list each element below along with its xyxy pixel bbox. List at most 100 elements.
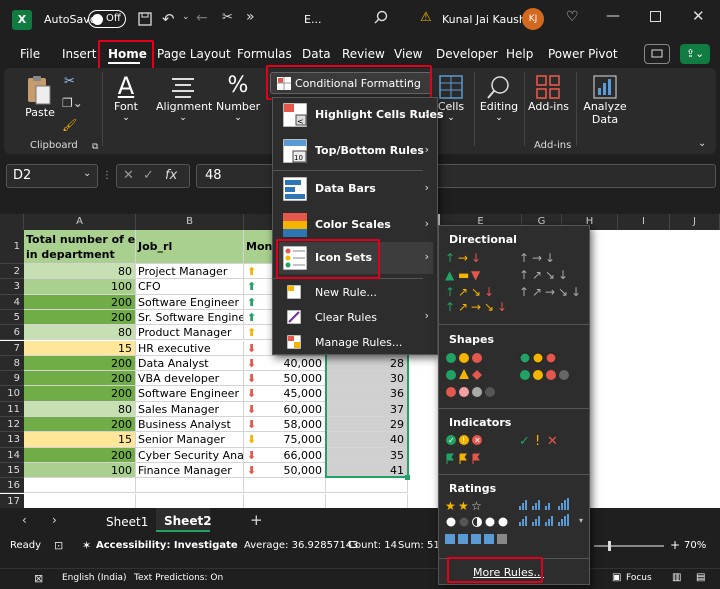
cell-d[interactable]: 30 <box>326 371 408 387</box>
cell-total-employees[interactable]: 100 <box>24 462 136 479</box>
tab-formulas[interactable]: Formulas <box>237 47 292 61</box>
number-button[interactable]: % Number ⌄ <box>216 72 260 123</box>
normal-view-icon[interactable]: ▥ <box>672 572 681 583</box>
sheet-tab-sheet1[interactable]: Sheet1 <box>106 515 148 529</box>
name-box[interactable]: D2 ⌄ <box>6 164 98 188</box>
copy-icon[interactable]: ❐⌄ <box>62 96 83 110</box>
cell-job-role[interactable]: CFO <box>136 279 244 295</box>
minimize-icon[interactable]: — <box>606 8 620 24</box>
cell-monthly-salary[interactable]: ⬇ 60,000 <box>244 401 326 417</box>
menu-item-data-bars[interactable]: Data Bars › <box>279 174 433 204</box>
text-predictions-label[interactable]: Text Predictions: On <box>134 573 223 583</box>
format-painter-icon[interactable]: 🖌 <box>62 118 77 132</box>
cell-d[interactable]: 29 <box>326 417 408 433</box>
cell-total-employees[interactable]: 200 <box>24 386 136 402</box>
row-header[interactable]: 5 <box>0 309 24 326</box>
row-header[interactable]: 2 <box>0 264 24 280</box>
shapes-icon-sets[interactable] <box>443 350 587 402</box>
sheet-tab-sheet2[interactable]: Sheet2 <box>156 508 212 532</box>
cell-d[interactable] <box>326 493 408 508</box>
insert-function-icon[interactable]: fx <box>165 168 177 183</box>
row-header[interactable]: 8 <box>0 355 24 372</box>
row-header[interactable]: 1 <box>0 230 24 264</box>
cell-d[interactable]: 36 <box>326 386 408 402</box>
cell-total-employees[interactable] <box>24 478 136 494</box>
font-button[interactable]: A Font ⌄ <box>106 72 146 123</box>
paste-button[interactable]: Paste <box>22 74 58 119</box>
cell-total-employees[interactable] <box>24 493 136 508</box>
add-sheet-icon[interactable]: + <box>250 511 263 529</box>
cell-monthly-salary[interactable] <box>244 478 326 494</box>
scroll-down-icon[interactable]: ▾ <box>579 516 583 525</box>
share-icon[interactable]: ⇪⌄ <box>680 44 710 64</box>
zoom-in-icon[interactable]: + <box>670 538 680 552</box>
column-header[interactable]: B <box>136 214 244 230</box>
cell-d[interactable]: 35 <box>326 447 408 463</box>
cell-total-employees[interactable]: 200 <box>24 309 136 326</box>
row-header[interactable]: 6 <box>0 325 24 341</box>
cell-total-employees[interactable]: 15 <box>24 432 136 448</box>
cell-total-employees[interactable]: 200 <box>24 294 136 310</box>
cell-job-role[interactable]: Project Manager <box>136 264 244 280</box>
cell-monthly-salary[interactable]: ⬇ 40,000 <box>244 355 326 372</box>
cell-d[interactable] <box>326 478 408 494</box>
confirm-entry-icon[interactable]: ✓ <box>143 168 154 183</box>
tab-power-pivot[interactable]: Power Pivot <box>548 47 618 61</box>
cell-job-role[interactable]: Software Engineer <box>136 294 244 310</box>
analyze-data-button[interactable]: Analyze Data <box>582 72 628 126</box>
collapse-ribbon-icon[interactable]: ⌄ <box>698 138 706 149</box>
cell-job-role[interactable]: Sr. Software Engineer <box>136 309 244 326</box>
cell-total-employees[interactable]: 80 <box>24 264 136 280</box>
undo-icon[interactable]: ↶ <box>162 10 175 28</box>
cell-total-employees[interactable]: 100 <box>24 279 136 295</box>
cut-icon[interactable]: ✂ <box>222 10 233 25</box>
alignment-button[interactable]: Alignment ⌄ <box>156 72 212 123</box>
tab-review[interactable]: Review <box>342 47 385 61</box>
zoom-level[interactable]: 70% <box>684 540 706 551</box>
save-icon[interactable] <box>138 12 152 26</box>
row-header[interactable]: 9 <box>0 371 24 387</box>
row-header[interactable]: 12 <box>0 417 24 433</box>
row-header[interactable]: 13 <box>0 432 24 448</box>
row-header[interactable]: 7 <box>0 340 24 356</box>
column-header[interactable]: I <box>618 214 670 230</box>
ratings-icon-sets[interactable]: ★ ★ ☆ <box>443 498 587 550</box>
header-cell-job[interactable]: Job_rl <box>136 230 244 264</box>
row-header[interactable]: 10 <box>0 386 24 402</box>
tab-insert[interactable]: Insert <box>62 47 96 61</box>
cell-job-role[interactable]: Finance Manager <box>136 462 244 479</box>
tab-data[interactable]: Data <box>302 47 331 61</box>
menu-item-clear-rules[interactable]: Clear Rules › <box>279 305 433 329</box>
cell-monthly-salary[interactable]: ⬇ 50,000 <box>244 462 326 479</box>
editing-button[interactable]: Editing ⌄ <box>478 72 520 123</box>
cell-total-employees[interactable]: 200 <box>24 355 136 372</box>
input-icon[interactable]: ⊠ <box>34 572 43 585</box>
menu-item-highlight-cells-rules[interactable]: < Highlight Cells Rules › <box>279 100 444 130</box>
cell-total-employees[interactable]: 15 <box>24 340 136 356</box>
cell-monthly-salary[interactable]: ⬇ 75,000 <box>244 432 326 448</box>
tab-page-layout[interactable]: Page Layout <box>157 47 231 61</box>
next-sheet-icon[interactable]: › <box>52 513 57 527</box>
row-header[interactable]: 14 <box>0 447 24 463</box>
tab-file[interactable]: File <box>20 47 40 61</box>
cell-monthly-salary[interactable] <box>244 493 326 508</box>
cell-job-role[interactable]: Sales Manager <box>136 401 244 417</box>
focus-label[interactable]: Focus <box>626 573 652 583</box>
menu-item-color-scales[interactable]: Color Scales › <box>279 210 433 240</box>
maximize-icon[interactable] <box>650 11 661 22</box>
close-icon[interactable]: ✕ <box>692 7 705 25</box>
cell-monthly-salary[interactable]: ⬇ 45,000 <box>244 386 326 402</box>
cell-job-role[interactable]: Data Analyst <box>136 355 244 372</box>
row-header[interactable]: 15 <box>0 462 24 479</box>
previous-sheet-icon[interactable]: ‹ <box>22 513 27 527</box>
language-label[interactable]: English (India) <box>62 573 126 583</box>
tab-developer[interactable]: Developer <box>436 47 498 61</box>
autosave-toggle[interactable]: Off <box>88 10 126 28</box>
cell-monthly-salary[interactable]: ⬇ 58,000 <box>244 417 326 433</box>
select-all-corner[interactable] <box>0 214 24 230</box>
row-header[interactable]: 3 <box>0 279 24 295</box>
avatar[interactable]: KJ <box>522 8 544 30</box>
accessibility-status[interactable]: Accessibility: Investigate <box>96 540 238 551</box>
cell-job-role[interactable] <box>136 493 244 508</box>
page-layout-view-icon[interactable]: ▤ <box>696 572 705 583</box>
